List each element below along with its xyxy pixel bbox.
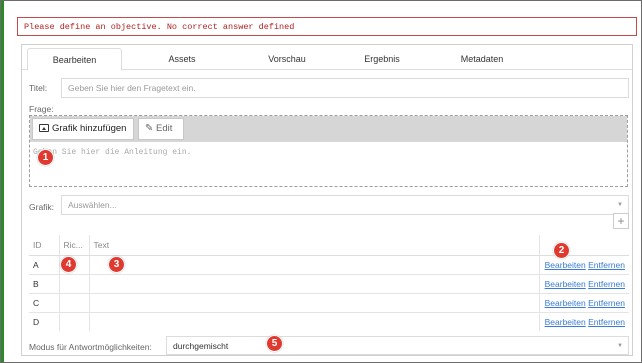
row-id: B xyxy=(29,273,59,293)
marker-3: 3 xyxy=(108,256,125,273)
row-id: A xyxy=(29,254,59,274)
edit-button[interactable]: ✎ Edit xyxy=(138,118,184,140)
question-label: Frage: xyxy=(29,104,54,114)
row-right xyxy=(58,292,89,312)
row-right xyxy=(58,311,89,331)
row-right xyxy=(58,273,89,293)
edit-link[interactable]: Bearbeiten xyxy=(545,260,586,270)
tab-vorschau[interactable]: Vorschau xyxy=(247,48,327,71)
edit-link[interactable]: Bearbeiten xyxy=(545,317,586,327)
row-actions: Bearbeiten Entfernen xyxy=(538,273,629,293)
editor-content: Bearbeiten Assets Vorschau Ergebnis Meta… xyxy=(21,44,633,356)
row-id: D xyxy=(29,311,59,331)
tab-assets[interactable]: Assets xyxy=(142,48,222,71)
edit-link[interactable]: Bearbeiten xyxy=(545,298,586,308)
remove-link[interactable]: Entfernen xyxy=(588,298,625,308)
edit-label: Edit xyxy=(156,123,173,134)
remove-link[interactable]: Entfernen xyxy=(588,260,625,270)
mode-label: Modus für Antwortmöglichkeiten: xyxy=(29,342,152,352)
add-graphic-button[interactable]: Grafik hinzufügen xyxy=(32,118,134,140)
answers-table: ID Ric... Text A Bearbeiten Entfernen B … xyxy=(29,235,629,331)
table-row: B Bearbeiten Entfernen xyxy=(29,273,629,293)
dropdown-arrow-icon: ▼ xyxy=(617,343,623,349)
row-actions: Bearbeiten Entfernen xyxy=(538,254,629,274)
question-editor-panel: Please define an objective. No correct a… xyxy=(1,1,641,362)
graphic-select[interactable]: Auswählen... ▼ xyxy=(61,195,629,215)
table-header-row: ID Ric... Text xyxy=(29,235,629,256)
mode-select-value: durchgemischt xyxy=(173,341,229,351)
tab-metadaten[interactable]: Metadaten xyxy=(442,48,522,71)
edit-link[interactable]: Bearbeiten xyxy=(545,279,586,289)
graphic-select-value: Auswählen... xyxy=(68,200,117,210)
tab-ergebnis[interactable]: Ergebnis xyxy=(342,48,422,71)
editor-toolbar: Grafik hinzufügen ✎ Edit xyxy=(30,116,627,142)
row-text xyxy=(88,254,539,274)
add-graphic-label: Grafik hinzufügen xyxy=(52,123,127,134)
marker-1: 1 xyxy=(37,149,54,166)
marker-5: 5 xyxy=(266,335,283,352)
dropdown-arrow-icon: ▼ xyxy=(617,202,623,208)
row-id: C xyxy=(29,292,59,312)
title-label: Titel: xyxy=(29,83,48,93)
mode-select[interactable]: durchgemischt ▼ xyxy=(166,336,629,355)
add-answer-button[interactable]: + xyxy=(613,213,629,229)
title-input[interactable]: Geben Sie hier den Fragetext ein. xyxy=(61,78,629,98)
row-text xyxy=(88,273,539,293)
marker-2: 2 xyxy=(553,242,570,259)
row-actions: Bearbeiten Entfernen xyxy=(538,311,629,331)
edit-icon: ✎ xyxy=(145,123,154,134)
tab-bar: Bearbeiten Assets Vorschau Ergebnis Meta… xyxy=(22,45,632,71)
row-actions: Bearbeiten Entfernen xyxy=(538,292,629,312)
question-editor[interactable]: Grafik hinzufügen ✎ Edit Geben Sie hier … xyxy=(29,115,628,187)
table-row: D Bearbeiten Entfernen xyxy=(29,311,629,331)
col-id: ID xyxy=(29,235,59,256)
editor-hint: Geben Sie hier die Anleitung ein. xyxy=(33,148,192,157)
row-text xyxy=(88,311,539,331)
marker-4: 4 xyxy=(60,256,77,273)
row-text xyxy=(88,292,539,312)
remove-link[interactable]: Entfernen xyxy=(588,279,625,289)
table-row: C Bearbeiten Entfernen xyxy=(29,292,629,312)
error-message: Please define an objective. No correct a… xyxy=(17,17,637,36)
image-icon xyxy=(39,124,49,132)
col-text: Text xyxy=(88,235,539,256)
tab-bearbeiten[interactable]: Bearbeiten xyxy=(27,48,122,71)
graphic-label: Grafik: xyxy=(29,202,55,212)
col-right: Ric... xyxy=(58,235,89,256)
remove-link[interactable]: Entfernen xyxy=(588,317,625,327)
